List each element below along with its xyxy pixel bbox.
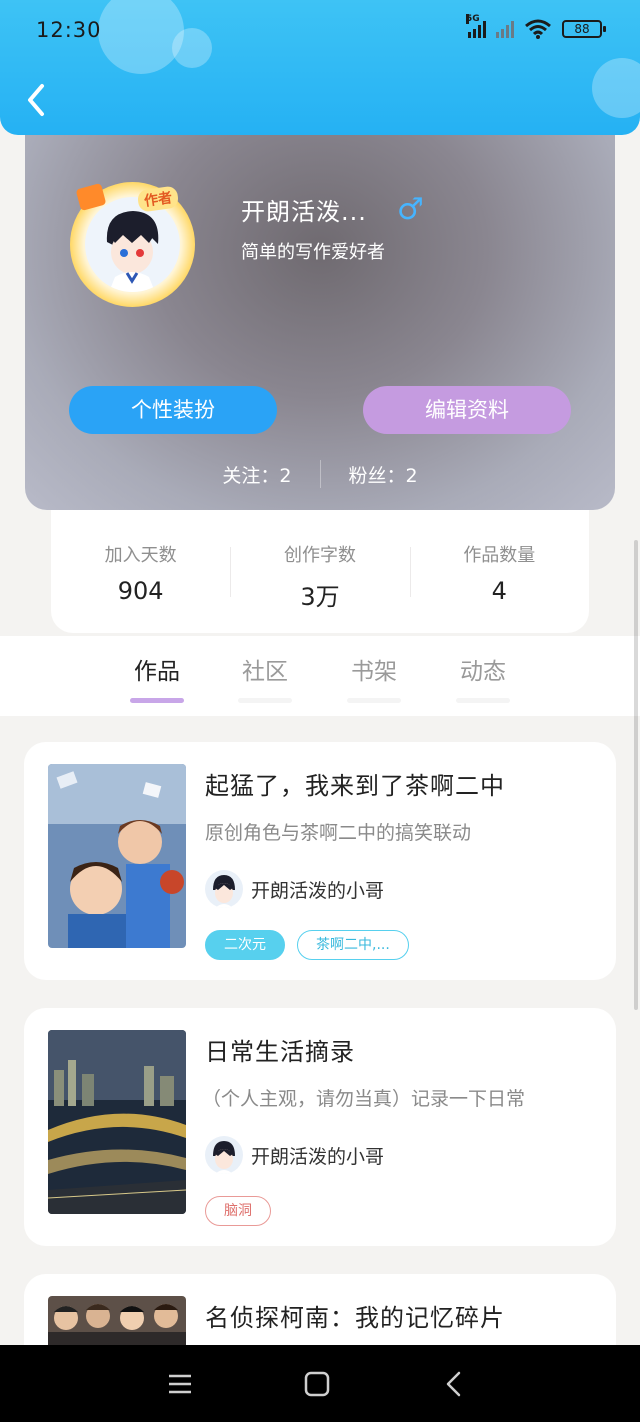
secondary-signal-icon [496,20,514,38]
tab-indicator [456,698,510,703]
stat-value: 4 [491,577,507,605]
author-name: 开朗活泼的小哥 [251,879,385,902]
home-icon[interactable] [302,1369,332,1399]
stat-join-days: 加入天数 904 [51,541,230,633]
cellular-signal-icon: 5G [466,14,486,38]
work-description: （个人主观，请勿当真）记录一下日常 [202,1088,526,1110]
tab-indicator [130,698,184,703]
author-avatar [205,1136,243,1174]
following-count[interactable]: 关注：2 [222,461,291,488]
tab-label: 书架 [351,659,397,685]
back-arrow-icon[interactable] [22,82,52,118]
work-description: 原创角色与茶啊二中的搞笑联动 [205,822,472,844]
top-header: 12:30 5G 88 [0,0,640,135]
tab-activity[interactable]: 动态 [448,652,518,703]
stats-card: 加入天数 904 创作字数 3万 作品数量 4 [51,505,589,633]
male-gender-icon: ♂ [396,192,424,227]
work-title: 日常生活摘录 [205,1038,355,1066]
stat-label: 创作字数 [283,545,356,566]
decor-bubble [98,0,184,74]
stat-label: 作品数量 [463,545,536,566]
work-author: 开朗活泼的小哥 [205,1136,384,1174]
work-cover-image [48,764,186,948]
profile-name: 开朗活泼... [241,198,367,226]
edit-profile-button[interactable]: 编辑资料 [363,386,571,434]
stat-word-count: 创作字数 3万 [230,541,409,633]
dress-up-button[interactable]: 个性装扮 [69,386,277,434]
follow-stats: 关注：2 粉丝：2 [25,460,615,488]
tag[interactable]: 茶啊二中,... [297,930,409,960]
work-card[interactable]: 日常生活摘录 （个人主观，请勿当真）记录一下日常 开朗活泼的小哥 脑洞 [24,1008,616,1246]
tab-bookshelf[interactable]: 书架 [339,652,409,703]
tab-label: 动态 [460,659,506,685]
work-tags: 二次元 茶啊二中,... [205,930,409,960]
work-title: 名侦探柯南：我的记忆碎片 [205,1304,505,1332]
tag[interactable]: 二次元 [205,930,285,960]
system-nav-bar [0,1345,640,1422]
work-title: 起猛了，我来到了茶啊二中 [205,772,505,800]
tab-label: 社区 [242,659,288,685]
followers-count[interactable]: 粉丝：2 [349,461,418,488]
avatar[interactable]: 作者 [70,182,195,307]
tab-label: 作品 [134,659,180,685]
tag[interactable]: 脑洞 [205,1196,271,1226]
decor-bubble [592,58,640,118]
stat-value: 3万 [300,583,340,611]
network-type-label: 5G [466,14,480,24]
tab-indicator [347,698,401,703]
stat-label: 加入天数 [104,545,177,566]
back-icon[interactable] [440,1369,470,1399]
wifi-icon [525,19,551,39]
status-time: 12:30 [36,18,102,42]
stat-value: 904 [117,577,164,605]
decor-bubble [172,28,212,68]
divider [319,460,321,488]
work-cover-image [48,1030,186,1214]
work-author: 开朗活泼的小哥 [205,870,384,908]
avatar-image [85,197,180,292]
status-icons: 5G 88 [466,14,606,40]
menu-icon[interactable] [165,1369,195,1399]
tab-indicator [238,698,292,703]
tab-works[interactable]: 作品 [122,652,192,703]
work-tags: 脑洞 [205,1196,271,1226]
profile-bio: 简单的写作爱好者 [241,242,385,263]
work-card[interactable]: 起猛了，我来到了茶啊二中 原创角色与茶啊二中的搞笑联动 开朗活泼的小哥 二次元 … [24,742,616,980]
author-avatar [205,870,243,908]
stat-work-count: 作品数量 4 [409,541,589,633]
tab-bar: 作品 社区 书架 动态 [0,636,640,716]
tab-community[interactable]: 社区 [230,652,300,703]
author-name: 开朗活泼的小哥 [251,1145,385,1168]
profile-card: 作者 开朗活泼... ♂ 简单的写作爱好者 个性装扮 编辑资料 关注：2 粉丝：… [25,110,615,510]
scrollbar[interactable] [634,540,638,1010]
battery-icon: 88 [562,20,606,38]
